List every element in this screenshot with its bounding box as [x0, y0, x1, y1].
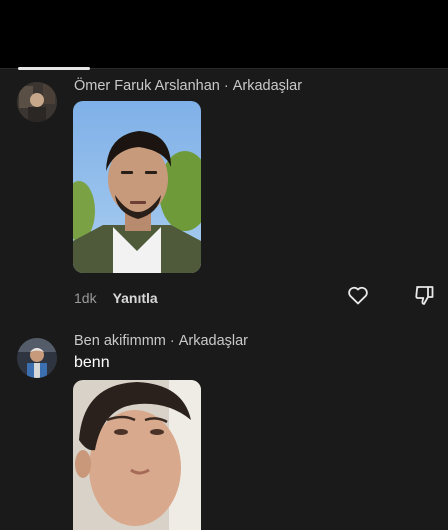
- reply-button[interactable]: Yanıtla: [113, 290, 158, 306]
- author-name[interactable]: Ben akifimmm: [74, 333, 166, 349]
- meta-separator: ·: [169, 333, 175, 349]
- top-bar: [0, 0, 448, 68]
- avatar[interactable]: [17, 82, 57, 122]
- comment-photo[interactable]: [73, 380, 201, 530]
- comment-time: 1dk: [74, 290, 97, 306]
- comment-photo[interactable]: [73, 101, 201, 273]
- author-name[interactable]: Ömer Faruk Arslanhan: [74, 78, 220, 94]
- tab-indicator: [18, 67, 90, 70]
- comment-meta: Ben akifimmm · Arkadaşlar: [74, 333, 248, 349]
- thumbs-down-icon[interactable]: [413, 283, 437, 307]
- comment-text: benn: [74, 354, 110, 371]
- comment-actions: 1dk Yanıtla: [74, 290, 158, 306]
- avatar[interactable]: [17, 338, 57, 378]
- meta-separator: ·: [223, 78, 229, 94]
- heart-icon[interactable]: [346, 283, 370, 307]
- relation-label: Arkadaşlar: [178, 333, 249, 349]
- comment-meta: Ömer Faruk Arslanhan · Arkadaşlar: [74, 78, 302, 94]
- relation-label: Arkadaşlar: [232, 78, 303, 94]
